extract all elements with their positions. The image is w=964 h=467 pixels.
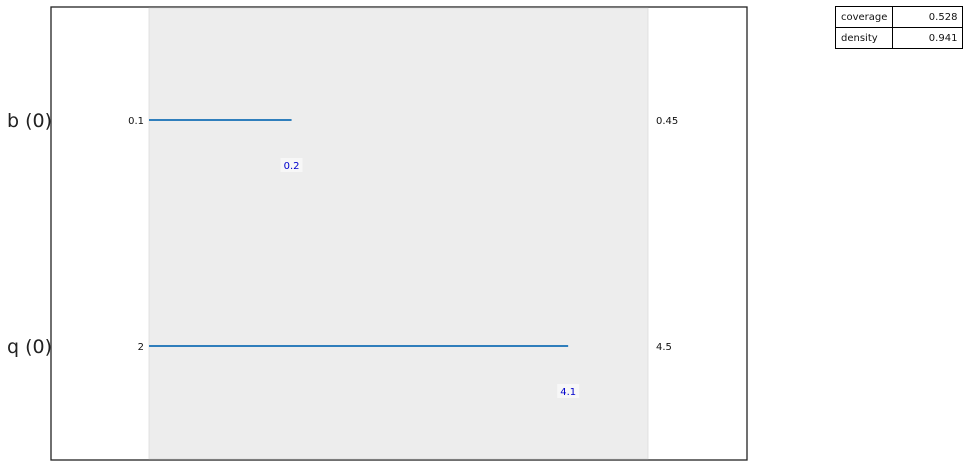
- box-max-label: 0.2: [284, 161, 300, 172]
- range-max-label: 0.45: [656, 116, 678, 127]
- stats-row-coverage: coverage 0.528: [834, 6, 964, 28]
- stats-value: 0.528: [892, 6, 964, 28]
- stats-key: density: [834, 27, 894, 49]
- box-limits-chart: b (0) 0.1 0.45 0.2 q (0) 2 4.5 4.1: [7, 6, 748, 461]
- stats-table: coverage 0.528 density 0.941: [834, 6, 964, 49]
- box-max-label: 4.1: [560, 387, 576, 398]
- stats-key: coverage: [834, 6, 894, 28]
- range-max-label: 4.5: [656, 342, 672, 353]
- stats-row-density: density 0.941: [834, 27, 964, 49]
- range-min-label: 0.1: [128, 116, 144, 127]
- range-min-label: 2: [138, 342, 144, 353]
- row-label: q (0): [7, 336, 52, 358]
- row-label: b (0): [7, 110, 52, 132]
- stats-value: 0.941: [892, 27, 964, 49]
